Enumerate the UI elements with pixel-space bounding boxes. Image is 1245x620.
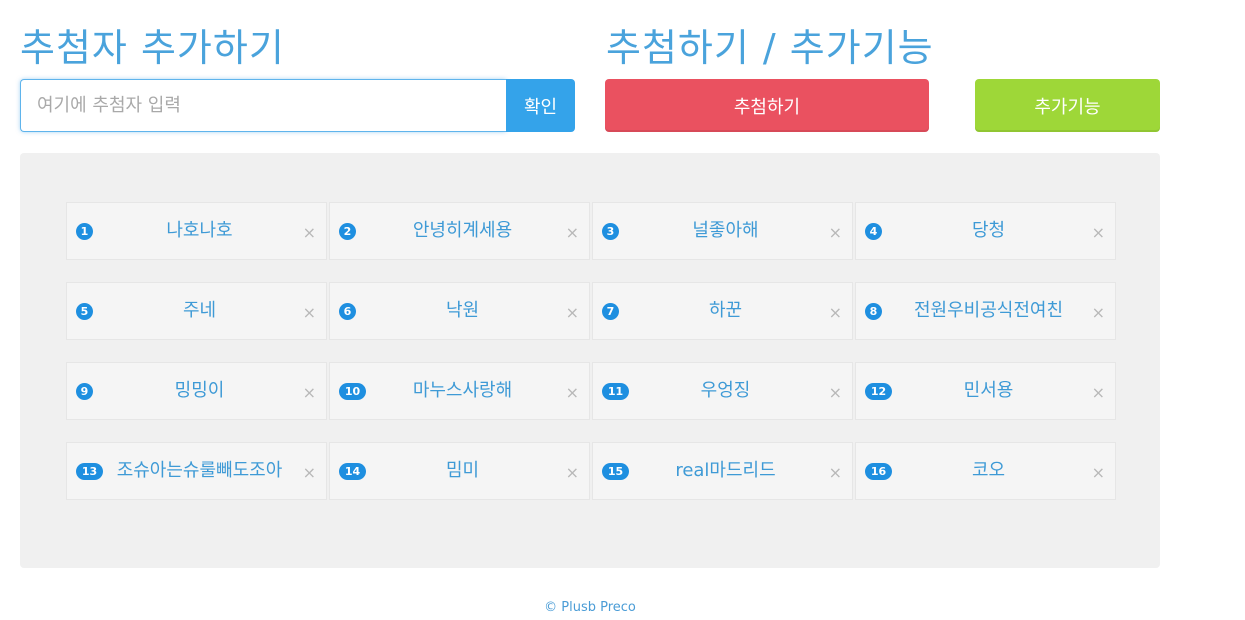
- remove-participant-icon[interactable]: ×: [829, 384, 842, 402]
- participant-card: 7 하꾼 ×: [592, 282, 853, 340]
- participant-name: 우엉징: [700, 380, 751, 401]
- participant-name: real마드리드: [675, 460, 776, 481]
- remove-participant-icon[interactable]: ×: [303, 304, 316, 322]
- participant-name: 주네: [182, 300, 217, 321]
- participant-number-badge: 3: [602, 223, 619, 240]
- participants-grid: 1 나호나호 × 2 안녕히계세용 × 3 널좋아해 × 4 당청 × 5 주네 × 6 낙원 × 7 하꾼 × 8 전원우…: [66, 202, 1116, 500]
- participant-name: 민서용: [963, 380, 1014, 401]
- participant-name: 마누스사랑해: [412, 380, 513, 401]
- participant-card: 11 우엉징 ×: [592, 362, 853, 420]
- participant-number-badge: 8: [865, 303, 882, 320]
- draw-button[interactable]: 추첨하기: [605, 79, 929, 132]
- participant-name: 밈미: [445, 460, 480, 481]
- participant-card: 9 밍밍이 ×: [66, 362, 327, 420]
- participant-name: 낙원: [445, 300, 480, 321]
- participant-card: 8 전원우비공식전여친 ×: [855, 282, 1116, 340]
- participant-card: 5 주네 ×: [66, 282, 327, 340]
- remove-participant-icon[interactable]: ×: [1092, 464, 1105, 482]
- participant-card: 13 조슈아는슈룰빼도조아 ×: [66, 442, 327, 500]
- participants-panel: 1 나호나호 × 2 안녕히계세용 × 3 널좋아해 × 4 당청 × 5 주네 × 6 낙원 × 7 하꾼 × 8 전원우…: [20, 153, 1160, 568]
- participant-input[interactable]: [20, 79, 506, 132]
- participant-number-badge: 2: [339, 223, 356, 240]
- participant-input-group: 확인: [20, 79, 575, 132]
- participant-number-badge: 5: [76, 303, 93, 320]
- participant-card: 12 민서용 ×: [855, 362, 1116, 420]
- footer-credit: © Plusb Preco: [544, 600, 636, 615]
- remove-participant-icon[interactable]: ×: [1092, 304, 1105, 322]
- remove-participant-icon[interactable]: ×: [566, 464, 579, 482]
- participant-card: 10 마누스사랑해 ×: [329, 362, 590, 420]
- remove-participant-icon[interactable]: ×: [303, 464, 316, 482]
- participant-name: 널좋아해: [692, 220, 759, 241]
- participant-number-badge: 15: [602, 463, 629, 480]
- participant-number-badge: 10: [339, 383, 366, 400]
- participant-name: 밍밍이: [174, 380, 225, 401]
- draw-features-title: 추첨하기 / 추가기능: [606, 26, 934, 70]
- participant-name: 코오: [971, 460, 1006, 481]
- remove-participant-icon[interactable]: ×: [829, 224, 842, 242]
- participant-name: 전원우비공식전여친: [913, 300, 1064, 321]
- participant-card: 15 real마드리드 ×: [592, 442, 853, 500]
- remove-participant-icon[interactable]: ×: [829, 464, 842, 482]
- participant-card: 3 널좋아해 ×: [592, 202, 853, 260]
- participant-number-badge: 6: [339, 303, 356, 320]
- participant-number-badge: 16: [865, 463, 892, 480]
- participant-name: 하꾼: [708, 300, 743, 321]
- remove-participant-icon[interactable]: ×: [566, 224, 579, 242]
- remove-participant-icon[interactable]: ×: [566, 384, 579, 402]
- participant-number-badge: 11: [602, 383, 629, 400]
- participant-card: 4 당청 ×: [855, 202, 1116, 260]
- participant-number-badge: 9: [76, 383, 93, 400]
- remove-participant-icon[interactable]: ×: [829, 304, 842, 322]
- add-participant-title: 추첨자 추가하기: [20, 26, 285, 70]
- participant-card: 16 코오 ×: [855, 442, 1116, 500]
- participant-name: 당청: [971, 220, 1006, 241]
- participant-number-badge: 13: [76, 463, 103, 480]
- remove-participant-icon[interactable]: ×: [1092, 384, 1105, 402]
- participant-number-badge: 7: [602, 303, 619, 320]
- participant-card: 1 나호나호 ×: [66, 202, 327, 260]
- participant-number-badge: 14: [339, 463, 366, 480]
- participant-card: 6 낙원 ×: [329, 282, 590, 340]
- confirm-button[interactable]: 확인: [506, 79, 575, 132]
- participant-name: 조슈아는슈룰빼도조아: [116, 460, 283, 481]
- remove-participant-icon[interactable]: ×: [303, 224, 316, 242]
- participant-card: 14 밈미 ×: [329, 442, 590, 500]
- participant-name: 안녕히계세용: [412, 220, 513, 241]
- remove-participant-icon[interactable]: ×: [303, 384, 316, 402]
- remove-participant-icon[interactable]: ×: [566, 304, 579, 322]
- participant-number-badge: 1: [76, 223, 93, 240]
- participant-card: 2 안녕히계세용 ×: [329, 202, 590, 260]
- participant-number-badge: 12: [865, 383, 892, 400]
- remove-participant-icon[interactable]: ×: [1092, 224, 1105, 242]
- participant-name: 나호나호: [166, 220, 233, 241]
- participant-number-badge: 4: [865, 223, 882, 240]
- extra-features-button[interactable]: 추가기능: [975, 79, 1160, 132]
